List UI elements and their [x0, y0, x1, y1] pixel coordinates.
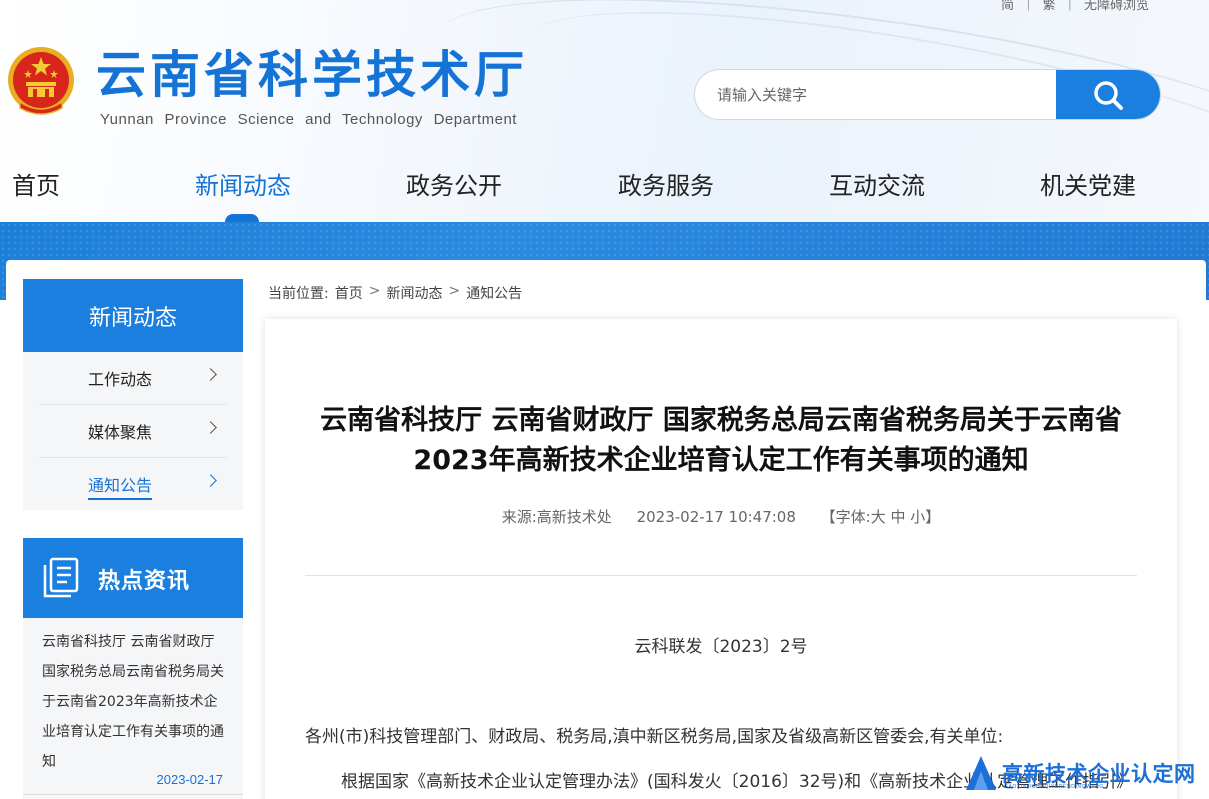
nav-home[interactable]: 首页 [12, 166, 60, 201]
search-button[interactable] [1056, 70, 1160, 119]
sidebar-item-media[interactable]: 媒体聚焦 [39, 405, 227, 458]
simplified-link[interactable]: 简 [1001, 0, 1014, 13]
article-paragraph: 各州(市)科技管理部门、财政局、税务局,滇中新区税务局,国家及省级高新区管委会,… [305, 727, 1004, 747]
hot-news-list: 云南省科技厅 云南省财政厅 国家税务总局云南省税务局关于云南省2023年高新技术… [23, 618, 243, 799]
divider [305, 575, 1137, 576]
hot-news-title: 热点资讯 [98, 568, 191, 594]
chevron-right-icon [204, 474, 217, 487]
chevron-right-icon [204, 368, 217, 381]
hot-news-date: 2023-02-17 [156, 772, 224, 787]
article-card: 云南省科技厅 云南省财政厅 国家税务总局云南省税务局关于云南省2023年高新技术… [265, 319, 1177, 799]
watermark: 高新技术企业认定网 GAOXINJISHUQIYERENDINGWANG [964, 748, 1209, 799]
hot-news-item[interactable]: 云南省科技厅 云南省财政厅 国家税务总局云南省税务局关于云南省2023年高新技术… [42, 627, 230, 777]
site-title[interactable]: 云南省科学技术厅 [96, 50, 528, 100]
traditional-link[interactable]: 繁 [1043, 0, 1056, 13]
main-nav: 首页 新闻动态 政务公开 政务服务 互动交流 机关党建 [0, 158, 1209, 222]
breadcrumb-home[interactable]: 首页 [335, 283, 363, 303]
breadcrumb-notices[interactable]: 通知公告 [466, 283, 522, 303]
nav-news[interactable]: 新闻动态 [195, 166, 291, 201]
article-datetime: 2023-02-17 10:47:08 [636, 508, 796, 526]
document-number: 云科联发〔2023〕2号 [634, 637, 808, 657]
hot-news-header: 热点资讯 [23, 538, 243, 618]
watermark-subtext: GAOXINJISHUQIYERENDINGWANG [1004, 784, 1104, 790]
nav-gov-service[interactable]: 政务服务 [618, 166, 714, 201]
breadcrumb: 当前位置: 首页 > 新闻动态 > 通知公告 [268, 283, 522, 303]
breadcrumb-label: 当前位置: [268, 286, 329, 302]
article-meta: 来源:高新技术处 2023-02-17 10:47:08 【字体:大 中 小】 [265, 506, 1177, 527]
divider [23, 794, 243, 795]
top-links: 简 | 繁 | 无障碍浏览 [1001, 0, 1149, 13]
article-source: 来源:高新技术处 [501, 508, 612, 526]
search-box [694, 69, 1161, 120]
sidebar-item-label: 工作动态 [88, 370, 153, 389]
chevron-right-icon [204, 421, 217, 434]
watermark-logo-icon [966, 756, 996, 790]
accessibility-link[interactable]: 无障碍浏览 [1084, 0, 1149, 13]
sidebar-menu: 工作动态 媒体聚焦 通知公告 [23, 352, 243, 510]
nav-interaction[interactable]: 互动交流 [829, 166, 925, 201]
document-icon [43, 557, 79, 598]
search-icon [1094, 80, 1123, 110]
sidebar-item-label: 媒体聚焦 [88, 423, 153, 442]
breadcrumb-news[interactable]: 新闻动态 [386, 283, 442, 303]
breadcrumb-separator: > [368, 283, 381, 299]
national-emblem-icon[interactable] [6, 44, 76, 120]
nav-active-indicator [225, 214, 259, 222]
sidebar-title: 新闻动态 [23, 279, 243, 352]
sidebar-item-work-news[interactable]: 工作动态 [39, 352, 227, 405]
breadcrumb-separator: > [448, 283, 461, 299]
site-header: 简 | 繁 | 无障碍浏览 云南省科学技术厅 Yunnan Province S… [0, 0, 1209, 222]
search-input[interactable] [695, 70, 1056, 119]
font-size-control[interactable]: 【字体:大 中 小】 [821, 508, 941, 526]
nav-gov-info[interactable]: 政务公开 [406, 166, 502, 201]
sidebar-item-notices[interactable]: 通知公告 [39, 458, 227, 511]
nav-party[interactable]: 机关党建 [1040, 166, 1136, 201]
site-subtitle: Yunnan Province Science and Technology D… [100, 111, 517, 128]
sidebar-item-label: 通知公告 [88, 472, 153, 500]
article-title: 云南省科技厅 云南省财政厅 国家税务总局云南省税务局关于云南省2023年高新技术… [320, 405, 1122, 476]
